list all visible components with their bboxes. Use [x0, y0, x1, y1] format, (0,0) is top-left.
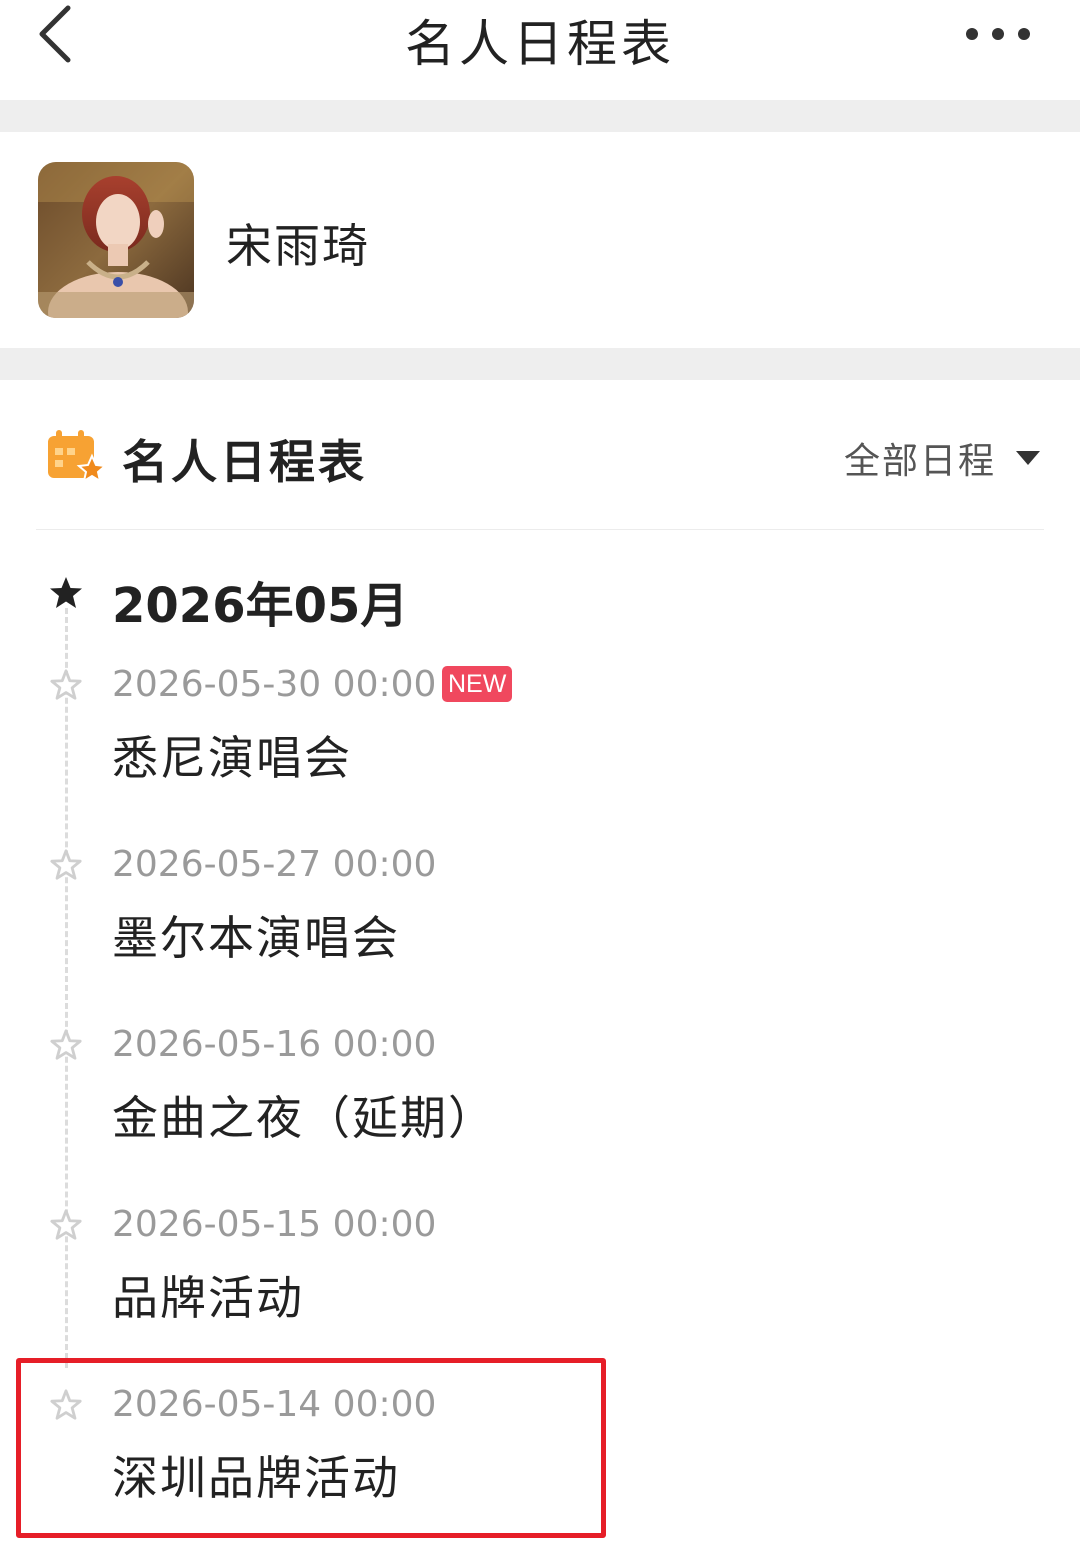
event-time: 2026-05-27 00:00: [112, 844, 437, 885]
caret-down-icon: [1016, 451, 1040, 465]
event-time: 2026-05-15 00:00: [112, 1204, 437, 1245]
schedule-item[interactable]: 2026-05-15 00:00 品牌活动: [0, 1204, 1080, 1384]
page-title: 名人日程表: [405, 15, 675, 73]
more-options-button[interactable]: [960, 20, 1040, 50]
star-outline-icon: [50, 1389, 82, 1420]
star-outline-icon: [50, 849, 82, 880]
schedule-item[interactable]: 2026-05-16 00:00 金曲之夜（延期）: [0, 1024, 1080, 1204]
section-gap: [0, 348, 1080, 380]
avatar[interactable]: [38, 162, 194, 318]
schedule-item[interactable]: 2026-05-30 00:00 NEW 悉尼演唱会: [0, 664, 1080, 844]
divider: [36, 529, 1044, 530]
event-title: 品牌活动: [112, 1271, 304, 1325]
section-title: 名人日程表: [122, 435, 367, 489]
event-time: 2026-05-30 00:00: [112, 664, 437, 705]
filled-star-icon: [50, 577, 82, 608]
month-label: 2026年05月: [112, 578, 409, 634]
star-outline-icon: [50, 669, 82, 700]
event-title: 墨尔本演唱会: [112, 911, 400, 965]
event-title: 悉尼演唱会: [112, 731, 352, 785]
star-outline-icon: [50, 1209, 82, 1240]
schedule-filter-dropdown[interactable]: 全部日程: [844, 432, 1040, 484]
schedule-item[interactable]: 2026-05-14 00:00 深圳品牌活动: [0, 1384, 1080, 1564]
schedule-section-header: 名人日程表 全部日程: [0, 380, 1080, 530]
celebrity-name: 宋雨琦: [226, 219, 370, 273]
event-time: 2026-05-14 00:00: [112, 1384, 437, 1425]
event-title: 深圳品牌活动: [112, 1451, 400, 1505]
filter-label: 全部日程: [843, 441, 996, 482]
celebrity-profile-card[interactable]: 宋雨琦: [0, 132, 1080, 348]
new-badge: NEW: [442, 666, 513, 702]
calendar-star-icon: [48, 430, 106, 484]
event-time: 2026-05-16 00:00: [112, 1024, 437, 1065]
section-gap: [0, 100, 1080, 132]
event-title: 金曲之夜（延期）: [112, 1091, 496, 1145]
avatar-photo: [38, 162, 194, 318]
top-nav-bar: 名人日程表: [0, 0, 1080, 100]
more-dots-icon: [966, 28, 1030, 40]
star-outline-icon: [50, 1029, 82, 1060]
schedule-item[interactable]: 2026-05-27 00:00 墨尔本演唱会: [0, 844, 1080, 1024]
